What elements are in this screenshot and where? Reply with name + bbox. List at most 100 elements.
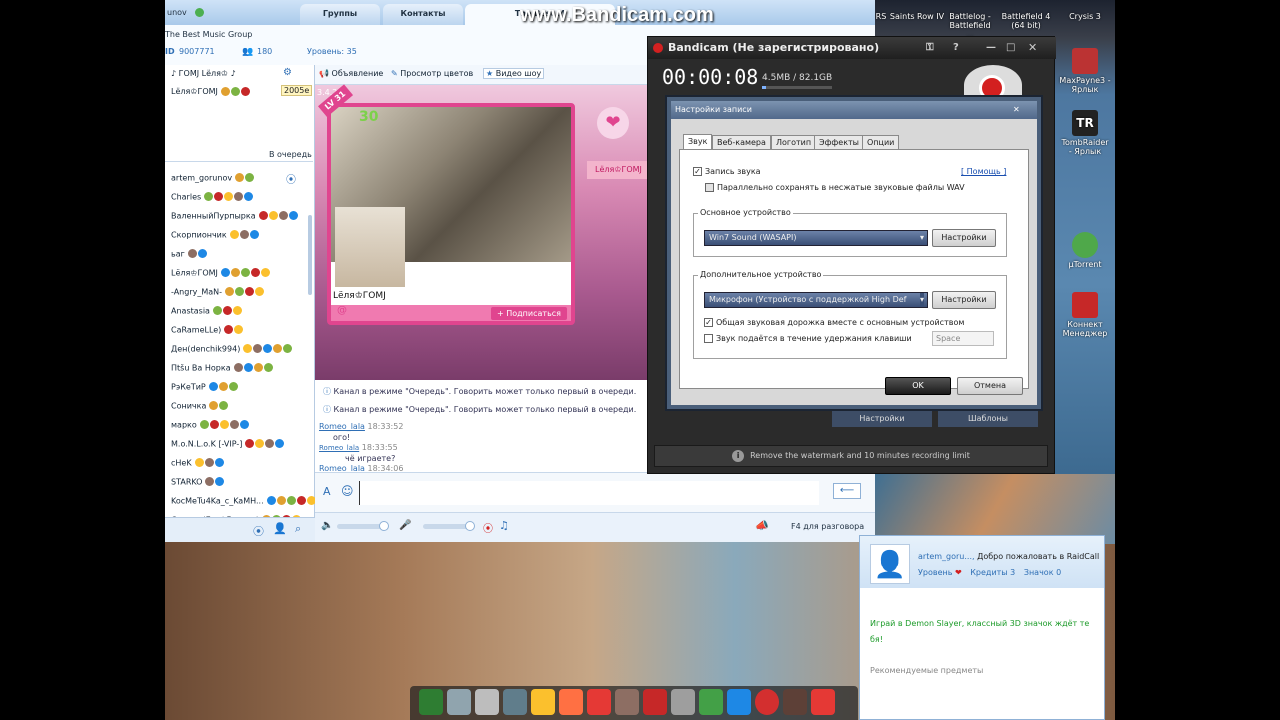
user-list-item[interactable]: Anastasia	[165, 302, 315, 320]
mix-track-checkbox[interactable]: ✓ Общая звуковая дорожка вместе с основны…	[704, 318, 964, 327]
minimize-icon[interactable]: —	[986, 37, 996, 59]
user-list-item[interactable]: artem_gorunov	[165, 169, 315, 187]
dock-app-icon[interactable]	[559, 689, 583, 715]
tab-contacts[interactable]: Контакты	[383, 4, 463, 25]
tab-options[interactable]: Опции	[862, 135, 900, 149]
help-icon[interactable]: ?	[953, 37, 959, 59]
dock-app-icon[interactable]	[475, 689, 499, 715]
dock-app-icon[interactable]	[615, 689, 639, 715]
send-button[interactable]: ⟵	[833, 483, 861, 499]
desktop-icon-crysis3[interactable]: Crysis 3	[1059, 12, 1111, 21]
dock-app-icon[interactable]	[783, 689, 807, 715]
music-icon[interactable]: ♫	[499, 519, 509, 532]
bottom-settings-tab[interactable]: Настройки	[832, 411, 932, 427]
view-colors-button[interactable]: ✎ Просмотр цветов	[391, 69, 473, 78]
user-list-item[interactable]: M.o.N.L.o.K [-VIP-]	[165, 435, 315, 453]
tab-logo[interactable]: Логотип	[771, 135, 817, 149]
user-list-item[interactable]: Ден(denchik994)	[165, 340, 315, 358]
user-list-item[interactable]: ВаленныйПурпырка	[165, 207, 315, 225]
secondary-settings-button[interactable]: Настройки	[932, 291, 996, 309]
megaphone-icon[interactable]: 📣	[755, 519, 769, 532]
hotkey-field[interactable]: Space	[932, 331, 994, 346]
key-icon[interactable]: ⚿	[926, 37, 934, 59]
user-list-item[interactable]: РэКеТиР	[165, 378, 315, 396]
hold-key-checkbox[interactable]: Звук подаётся в течение удержания клавиш…	[704, 334, 912, 343]
microphone-icon[interactable]: 🎤	[399, 520, 411, 531]
maximize-icon[interactable]: □	[1006, 37, 1015, 59]
heart-icon: ❤	[597, 107, 629, 139]
ok-button[interactable]: OK	[885, 377, 951, 395]
tab-groups[interactable]: Группы	[300, 4, 380, 25]
record-sound-checkbox[interactable]: ✓ Запись звука	[693, 167, 761, 176]
cancel-button[interactable]: Отмена	[957, 377, 1023, 395]
desktop-icon-battlefield4[interactable]: Battlefield 4 (64 bit)	[1001, 12, 1051, 30]
announcement-button[interactable]: 📢 Объявление	[319, 69, 383, 78]
primary-device-group: Основное устройство Win7 Sound (WASAPI) ▾…	[693, 208, 1007, 257]
locate-icon[interactable]: ⦿	[253, 523, 264, 539]
tab-webcam[interactable]: Веб-камера	[712, 135, 771, 149]
video-show-button[interactable]: ★ Видео шоу	[483, 68, 545, 79]
subscribe-button[interactable]: + Подписаться	[491, 307, 567, 320]
dock-app-icon[interactable]	[699, 689, 723, 715]
chat-input[interactable]	[359, 481, 819, 505]
user-list-item[interactable]: марко	[165, 416, 315, 434]
desktop-icon-maxpayne3[interactable]: MaxPayne3 - Ярлык	[1059, 48, 1111, 94]
record-icon[interactable]: ⦿	[483, 520, 493, 535]
tab-effects[interactable]: Эффекты	[814, 135, 864, 149]
dock-app-icon[interactable]	[727, 689, 751, 715]
promo-text[interactable]: Играй в Demon Slayer, классный 3D значок…	[870, 616, 1096, 648]
dock-app-icon[interactable]	[671, 689, 695, 715]
dock-app-icon[interactable]	[503, 689, 527, 715]
talk-hint[interactable]: F4 для разговора	[791, 522, 864, 531]
dialog-close-icon[interactable]: ✕	[1013, 101, 1020, 119]
user-badges	[205, 473, 225, 491]
speaker-icon[interactable]: 🔈	[321, 520, 333, 531]
dock-app-icon[interactable]	[531, 689, 555, 715]
dock-app-icon[interactable]	[419, 689, 443, 715]
primary-device-select[interactable]: Win7 Sound (WASAPI) ▾	[704, 230, 928, 246]
tab-sound[interactable]: Звук	[683, 134, 713, 149]
dock-app-icon[interactable]	[643, 689, 667, 715]
user-list-item[interactable]: KocMeTu4Ka_c_KaMH...	[165, 492, 316, 510]
user-list-item[interactable]: Соничка	[165, 397, 315, 415]
user-list-item[interactable]: Lёля♔ГОМЈ	[165, 264, 315, 282]
dock-app-icon[interactable]	[755, 689, 779, 715]
close-icon[interactable]: ✕	[1028, 37, 1037, 59]
desktop-icon-battlelog[interactable]: Battlelog - Battlefield ...	[945, 12, 995, 39]
user-list-item[interactable]: Скорпиончик	[165, 226, 315, 244]
user-badges	[235, 169, 255, 187]
watermark-notice-bar[interactable]: i Remove the watermark and 10 minutes rec…	[654, 445, 1048, 467]
video-username: Lёля♔ГОМЈ	[333, 291, 386, 301]
help-link[interactable]: [ Помощь ]	[961, 167, 1006, 176]
bottom-templates-tab[interactable]: Шаблоны	[938, 411, 1038, 427]
dock-app-icon[interactable]	[587, 689, 611, 715]
speaker-volume-slider[interactable]	[337, 521, 389, 531]
search-icon[interactable]: ⌕	[295, 522, 301, 536]
channel-name[interactable]: ♪ ГОМЈ Lёля♔ ♪	[171, 69, 236, 78]
status-icon[interactable]	[195, 8, 204, 17]
user-list-item[interactable]: CaRameLLe)	[165, 321, 315, 339]
user-list-item[interactable]: STARKO	[165, 473, 315, 491]
primary-settings-button[interactable]: Настройки	[932, 229, 996, 247]
desktop-icon-tombraider[interactable]: TR TombRaider - Ярлык	[1059, 110, 1111, 156]
desktop-icon-utorrent[interactable]: µTorrent	[1059, 232, 1111, 269]
channel-user[interactable]: Lёля♔ГОМЈ	[171, 87, 251, 96]
user-icon[interactable]: 👤	[273, 522, 287, 535]
user-list-item[interactable]: ьаг	[165, 245, 315, 263]
desktop-icon-connect-manager[interactable]: Коннект Менеджер	[1059, 292, 1111, 338]
emoji-icon[interactable]: ☺	[341, 484, 354, 498]
user-list-item[interactable]: Charles	[165, 188, 315, 206]
save-wav-checkbox[interactable]: Параллельно сохранять в несжатые звуковы…	[705, 183, 965, 192]
dock-app-icon[interactable]	[811, 689, 835, 715]
user-list-item[interactable]: -Angry_MaN-	[165, 283, 315, 301]
dock-app-icon[interactable]	[447, 689, 471, 715]
queue-label[interactable]: В очередь	[269, 150, 312, 159]
desktop-icon-saints-row[interactable]: Saints Row IV	[887, 12, 947, 21]
font-icon[interactable]: A	[323, 485, 331, 498]
user-list-item[interactable]: Пtšu Ba Норка	[165, 359, 315, 377]
mic-volume-slider[interactable]	[423, 521, 475, 531]
secondary-device-select[interactable]: Микрофон (Устройство с поддержкой High D…	[704, 292, 928, 308]
channel-menu-icon[interactable]: ⚙	[283, 67, 292, 78]
user-list-item[interactable]: cHeK	[165, 454, 315, 472]
user-list-scrollbar[interactable]	[308, 215, 312, 295]
